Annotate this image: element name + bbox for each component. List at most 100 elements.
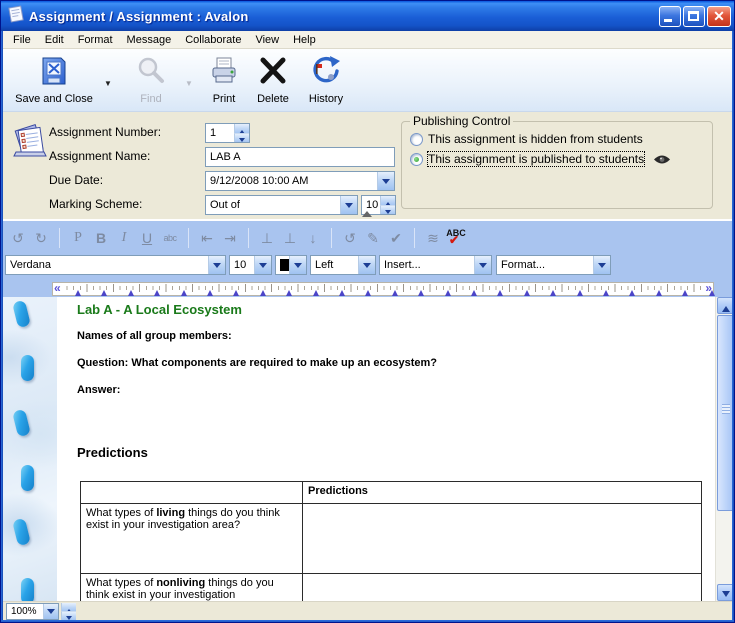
due-date-dropdown[interactable]: 9/12/2008 10:00 AM (205, 171, 395, 191)
rotate-icon[interactable]: ↺ (340, 227, 360, 249)
text-color-arrow[interactable] (289, 256, 306, 274)
document-editor[interactable]: Lab A - A Local Ecosystem Names of all g… (2, 297, 715, 601)
left-indent-marker[interactable]: « (54, 281, 61, 295)
tab-stop-marker[interactable] (497, 287, 503, 296)
number-spin-up[interactable] (234, 124, 249, 133)
paragraph-icon[interactable]: P (68, 227, 88, 249)
tab-stop-marker[interactable] (524, 287, 530, 296)
save-options-caret[interactable]: ▼ (104, 79, 112, 88)
hidden-radio[interactable] (410, 133, 423, 146)
tab-stop-marker[interactable] (365, 287, 371, 296)
insert-arrow[interactable] (474, 256, 491, 274)
tab-stop-marker[interactable] (181, 287, 187, 296)
zoom-dropdown-arrow[interactable] (43, 604, 58, 619)
print-button[interactable]: Print (202, 53, 246, 109)
menu-file[interactable]: File (6, 32, 38, 48)
marking-scheme-dropdown-arrow[interactable] (340, 196, 357, 214)
save-and-close-button[interactable]: Save and Close (6, 53, 102, 109)
underline-icon[interactable]: U (137, 227, 157, 249)
indent-increase-icon[interactable]: ⇥ (220, 227, 240, 249)
font-family-arrow[interactable] (208, 256, 225, 274)
text-color-dropdown[interactable] (275, 255, 307, 275)
indent-decrease-icon[interactable]: ⇤ (197, 227, 217, 249)
find-options-caret[interactable]: ▼ (185, 79, 193, 88)
tab-stop-marker[interactable] (75, 287, 81, 296)
answer-cell[interactable] (303, 574, 702, 602)
menu-message[interactable]: Message (120, 32, 179, 48)
hidden-radio-label[interactable]: This assignment is hidden from students (428, 132, 643, 146)
redo-icon[interactable]: ↻ (31, 227, 51, 249)
zoom-spin-up[interactable] (61, 603, 76, 611)
history-button[interactable]: History (300, 53, 352, 109)
tab-stop-marker[interactable] (603, 287, 609, 296)
tab-stop-marker[interactable] (418, 287, 424, 296)
italic-icon[interactable]: I (114, 227, 134, 249)
font-family-dropdown[interactable]: Verdana (5, 255, 226, 275)
tab-stop-marker[interactable] (682, 287, 688, 296)
maximize-button[interactable] (683, 6, 705, 27)
tab-stop-marker[interactable] (709, 287, 715, 296)
menu-collaborate[interactable]: Collaborate (178, 32, 248, 48)
zoom-spinner[interactable] (61, 603, 76, 621)
insert-down-icon[interactable]: ↓ (303, 227, 323, 249)
tab-stop-marker[interactable] (445, 287, 451, 296)
zoom-spin-down[interactable] (61, 611, 76, 620)
points-spin-up[interactable] (380, 196, 395, 205)
assignment-number-value: 1 (210, 127, 216, 139)
tab-stop-marker[interactable] (629, 287, 635, 296)
spellcheck-icon[interactable]: ABC✔ (446, 227, 466, 249)
zoom-dropdown[interactable]: 100% (6, 603, 59, 620)
hanging-indent-icon[interactable]: ⊥ (280, 227, 300, 249)
assignment-number-spinner[interactable]: 1 (205, 123, 250, 143)
signature-icon[interactable]: ≋ (423, 227, 443, 249)
alignment-arrow[interactable] (358, 256, 375, 274)
tab-stop-marker[interactable] (233, 287, 239, 296)
marking-scheme-dropdown[interactable]: Out of (205, 195, 358, 215)
menu-help[interactable]: Help (286, 32, 323, 48)
insert-dropdown[interactable]: Insert... (379, 255, 492, 275)
menu-format[interactable]: Format (71, 32, 120, 48)
tab-stop-marker[interactable] (260, 287, 266, 296)
tab-stop-marker[interactable] (128, 287, 134, 296)
tab-stop-marker[interactable] (577, 287, 583, 296)
format-arrow[interactable] (593, 256, 610, 274)
accept-edit-icon[interactable]: ✔ (386, 227, 406, 249)
minimize-button[interactable] (659, 6, 681, 27)
ruler[interactable]: « » (52, 282, 714, 296)
binding-ring (21, 578, 34, 601)
format-dropdown[interactable]: Format... (496, 255, 611, 275)
points-spin-down[interactable] (380, 205, 395, 215)
font-size-arrow[interactable] (254, 256, 271, 274)
published-radio[interactable] (410, 153, 423, 166)
alignment-dropdown[interactable]: Left (310, 255, 376, 275)
strikethrough-icon[interactable]: abc (160, 227, 180, 249)
find-button[interactable]: Find (122, 53, 180, 109)
font-size-dropdown[interactable]: 10 (229, 255, 272, 275)
tab-stop-marker[interactable] (286, 287, 292, 296)
undo-icon[interactable]: ↺ (8, 227, 28, 249)
number-spin-down[interactable] (234, 133, 249, 143)
due-date-dropdown-arrow[interactable] (377, 172, 394, 190)
menu-view[interactable]: View (248, 32, 286, 48)
answer-cell[interactable] (303, 504, 702, 574)
tab-stop-icon[interactable]: ⊥ (257, 227, 277, 249)
published-radio-label[interactable]: This assignment is published to students (428, 152, 644, 166)
pencil-icon[interactable]: ✎ (363, 227, 383, 249)
bold-icon[interactable]: B (91, 227, 111, 249)
menu-edit[interactable]: Edit (38, 32, 71, 48)
tab-stop-marker[interactable] (207, 287, 213, 296)
tab-stop-marker[interactable] (550, 287, 556, 296)
collapse-header-handle[interactable] (362, 211, 372, 217)
delete-button[interactable]: Delete (248, 53, 298, 109)
assignment-header-form: Assignment Number: 1 Assignment Name: Du… (2, 112, 735, 219)
tab-stop-marker[interactable] (313, 287, 319, 296)
tab-stop-marker[interactable] (339, 287, 345, 296)
close-button[interactable]: ✕ (707, 6, 731, 27)
title-bar[interactable]: Assignment / Assignment : Avalon ✕ (1, 1, 735, 31)
tab-stop-marker[interactable] (101, 287, 107, 296)
tab-stop-marker[interactable] (154, 287, 160, 296)
tab-stop-marker[interactable] (392, 287, 398, 296)
assignment-name-input[interactable] (210, 148, 394, 166)
tab-stop-marker[interactable] (656, 287, 662, 296)
tab-stop-marker[interactable] (471, 287, 477, 296)
